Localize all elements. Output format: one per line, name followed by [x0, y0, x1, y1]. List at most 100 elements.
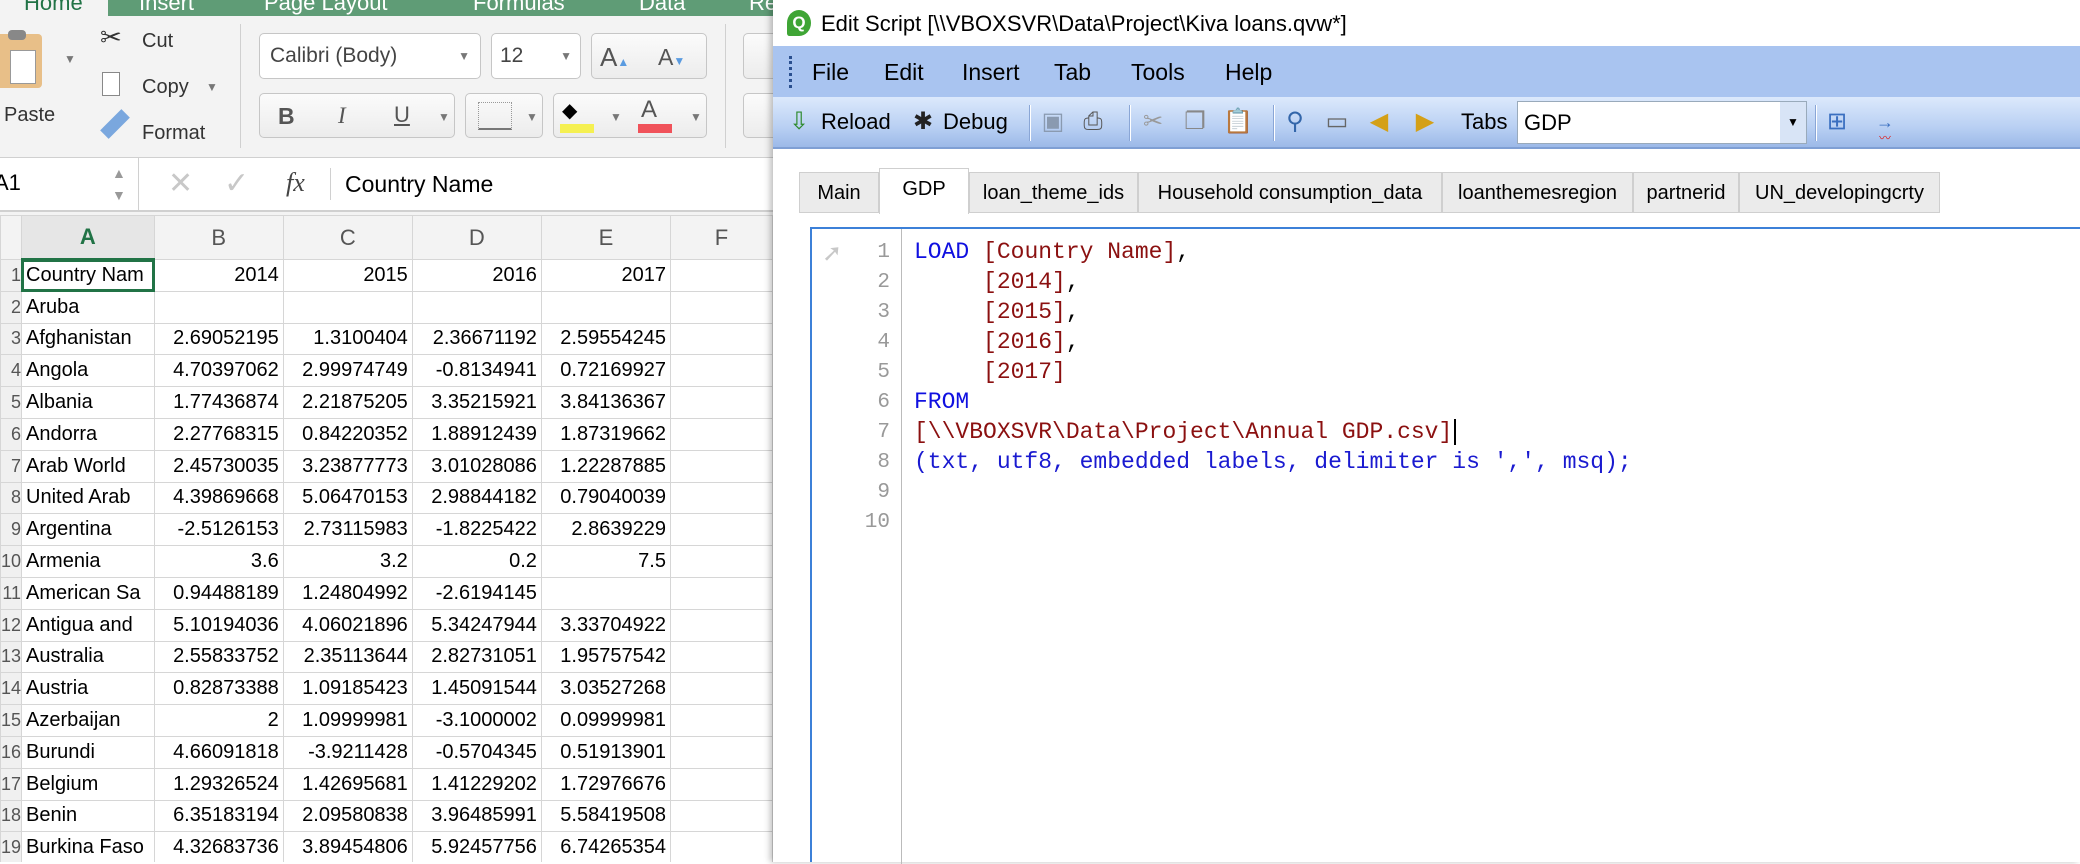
- cell[interactable]: [540, 576, 671, 610]
- tab-formulas[interactable]: Formulas: [473, 0, 565, 16]
- cell[interactable]: 6.74265354: [540, 831, 671, 862]
- menu-help[interactable]: Help: [1225, 59, 1272, 86]
- name-box-stepper-icon[interactable]: ▲ ▼: [112, 162, 126, 206]
- cell[interactable]: 5.92457756: [411, 831, 542, 862]
- italic-button[interactable]: I: [338, 103, 346, 129]
- cell[interactable]: [669, 290, 773, 324]
- cell[interactable]: 3.89454806: [282, 831, 413, 862]
- cell[interactable]: -0.8134941: [411, 354, 542, 388]
- row-header[interactable]: 13: [0, 640, 23, 674]
- cell[interactable]: 2: [153, 704, 284, 737]
- cell[interactable]: [669, 831, 773, 862]
- cell[interactable]: American Sa: [21, 576, 155, 610]
- cell[interactable]: Burkina Faso: [21, 831, 155, 862]
- column-header-f[interactable]: F: [669, 215, 773, 260]
- cell[interactable]: 5.34247944: [411, 608, 542, 642]
- cell[interactable]: [153, 290, 284, 324]
- font-size-select[interactable]: 12 ▼: [491, 33, 581, 79]
- cell[interactable]: 2.55833752: [153, 640, 284, 674]
- save-icon[interactable]: ▣: [1039, 107, 1067, 137]
- script-tab-loanthemesregion[interactable]: loanthemesregion: [1442, 172, 1633, 213]
- tabs-select[interactable]: GDP ▼: [1517, 101, 1807, 144]
- cell[interactable]: 1.45091544: [411, 672, 542, 706]
- cell[interactable]: Armenia: [21, 545, 155, 578]
- cell[interactable]: 4.66091818: [153, 735, 284, 769]
- cell[interactable]: Antigua and: [21, 608, 155, 642]
- column-header-a[interactable]: A: [21, 215, 155, 261]
- cell[interactable]: [669, 513, 773, 547]
- cell[interactable]: [669, 386, 773, 419]
- bug-icon[interactable]: ✱: [909, 107, 937, 137]
- fill-color-icon[interactable]: ◆: [562, 98, 577, 123]
- cell[interactable]: -3.9211428: [282, 735, 413, 769]
- cell[interactable]: [669, 545, 773, 578]
- menu-tools[interactable]: Tools: [1131, 59, 1185, 86]
- cell[interactable]: 2.36671192: [411, 322, 542, 356]
- row-header[interactable]: 18: [0, 799, 23, 833]
- script-tab-gdp[interactable]: GDP: [879, 168, 969, 214]
- cell[interactable]: Azerbaijan: [21, 704, 155, 737]
- cell[interactable]: 3.2: [282, 545, 413, 578]
- row-header[interactable]: 6: [0, 417, 23, 451]
- cell[interactable]: 2.99974749: [282, 354, 413, 388]
- cell[interactable]: [669, 322, 773, 356]
- cell[interactable]: 3.6: [153, 545, 284, 578]
- cell[interactable]: 5.10194036: [153, 608, 284, 642]
- cell[interactable]: 0.2: [411, 545, 542, 578]
- cell[interactable]: [669, 417, 773, 451]
- row-header[interactable]: 3: [0, 322, 23, 356]
- cell[interactable]: 0.09999981: [540, 704, 671, 737]
- cell[interactable]: 1.41229202: [411, 767, 542, 801]
- column-header-e[interactable]: E: [540, 215, 671, 260]
- row-header[interactable]: 7: [0, 449, 23, 483]
- cell[interactable]: 2.69052195: [153, 322, 284, 356]
- cell[interactable]: 0.94488189: [153, 576, 284, 610]
- row-header[interactable]: 2: [0, 290, 23, 324]
- cancel-icon[interactable]: ✕: [168, 166, 193, 201]
- script-tab-partnerid[interactable]: partnerid: [1633, 172, 1739, 213]
- table-viewer-icon[interactable]: ⊞: [1823, 107, 1851, 137]
- row-header[interactable]: 9: [0, 513, 23, 547]
- cell[interactable]: 4.32683736: [153, 831, 284, 862]
- cell[interactable]: Argentina: [21, 513, 155, 547]
- cell[interactable]: Arab World: [21, 449, 155, 483]
- align-top-button[interactable]: [743, 33, 773, 79]
- row-header[interactable]: 5: [0, 386, 23, 419]
- bold-button[interactable]: B: [278, 103, 295, 130]
- cell[interactable]: Angola: [21, 354, 155, 388]
- cell[interactable]: Burundi: [21, 735, 155, 769]
- cell[interactable]: Afghanistan: [21, 322, 155, 356]
- tab-data[interactable]: Data: [639, 0, 685, 16]
- row-header[interactable]: 16: [0, 735, 23, 769]
- cell[interactable]: 2015: [282, 259, 413, 292]
- cell[interactable]: 2.45730035: [153, 449, 284, 483]
- find-icon[interactable]: ⚲: [1281, 107, 1309, 137]
- cell[interactable]: -2.5126153: [153, 513, 284, 547]
- cell[interactable]: Austria: [21, 672, 155, 706]
- cell[interactable]: 6.35183194: [153, 799, 284, 833]
- cell[interactable]: 3.96485991: [411, 799, 542, 833]
- cell[interactable]: 2016: [411, 259, 542, 292]
- check-icon[interactable]: ✓: [224, 166, 249, 201]
- row-header[interactable]: 19: [0, 831, 23, 862]
- cell[interactable]: 2.21875205: [282, 386, 413, 419]
- cell[interactable]: 5.06470153: [282, 481, 413, 515]
- cell[interactable]: 0.82873388: [153, 672, 284, 706]
- print-icon[interactable]: ⎙: [1079, 107, 1107, 137]
- cell[interactable]: [282, 290, 413, 324]
- cell[interactable]: 3.84136367: [540, 386, 671, 419]
- cell[interactable]: [669, 354, 773, 388]
- cell[interactable]: [669, 640, 773, 674]
- tab-insert[interactable]: Insert: [139, 0, 194, 16]
- cell[interactable]: Andorra: [21, 417, 155, 451]
- cell[interactable]: [669, 481, 773, 515]
- spreadsheet-grid[interactable]: A B C D E F 1 Country Nam 2014 2015 2016 2017 2 Aruba…: [0, 215, 773, 862]
- grow-font-button[interactable]: A▲: [600, 42, 629, 73]
- script-editor[interactable]: ➚ 1 2 3 4 5 6 7 8 9 10 LOAD [Country Name], [2014…: [810, 227, 2080, 864]
- cell[interactable]: -0.5704345: [411, 735, 542, 769]
- font-name-select[interactable]: Calibri (Body) ▼: [259, 33, 481, 79]
- row-header[interactable]: 8: [0, 481, 23, 515]
- cell[interactable]: 1.88912439: [411, 417, 542, 451]
- cell[interactable]: 1.95757542: [540, 640, 671, 674]
- row-header[interactable]: 17: [0, 767, 23, 801]
